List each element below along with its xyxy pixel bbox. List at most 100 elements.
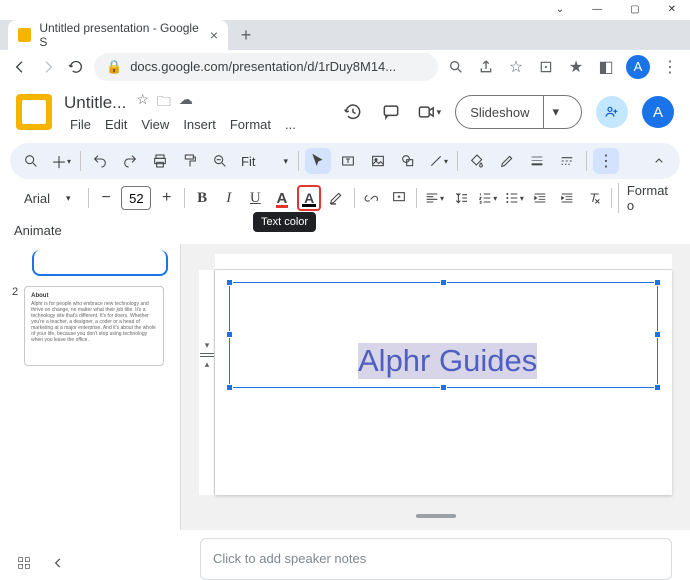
underline-button[interactable]: U: [244, 185, 267, 211]
undo-button[interactable]: [87, 148, 113, 174]
comments-icon[interactable]: [379, 100, 403, 124]
nav-reload-button[interactable]: [66, 57, 86, 77]
address-bar[interactable]: 🔒 docs.google.com/presentation/d/1rDuy8M…: [94, 53, 438, 81]
font-color-button[interactable]: A: [271, 185, 294, 211]
resize-handle[interactable]: [440, 279, 447, 286]
selected-textbox[interactable]: Alphr Guides: [229, 282, 658, 388]
format-options-button[interactable]: Format o: [618, 183, 672, 213]
animate-button[interactable]: Animate: [0, 217, 690, 244]
slideshow-caret-icon[interactable]: ▾: [543, 95, 567, 129]
numbered-list-button[interactable]: ▾: [476, 185, 499, 211]
profile-avatar[interactable]: A: [626, 55, 650, 79]
bold-button[interactable]: B: [191, 185, 214, 211]
menu-edit[interactable]: Edit: [99, 115, 133, 134]
bookmark-star-icon[interactable]: ☆: [506, 57, 526, 77]
border-dash-icon[interactable]: [554, 148, 580, 174]
collapse-toolbar-icon[interactable]: [646, 148, 672, 174]
line-tool-icon[interactable]: ▾: [425, 148, 451, 174]
fill-color-icon[interactable]: [464, 148, 490, 174]
browser-tab[interactable]: Untitled presentation - Google S ×: [8, 20, 228, 50]
resize-handle[interactable]: [654, 331, 661, 338]
zoom-select[interactable]: Fit▾: [237, 154, 292, 169]
win-maximize-icon[interactable]: ▢: [630, 4, 639, 20]
history-icon[interactable]: [341, 100, 365, 124]
align-button[interactable]: ▾: [423, 185, 446, 211]
image-tool-icon[interactable]: [365, 148, 391, 174]
slide-thumb-1[interactable]: [32, 250, 168, 276]
decrease-indent-button[interactable]: [529, 185, 552, 211]
slideshow-button[interactable]: Slideshow ▾: [455, 95, 582, 129]
text-color-button[interactable]: A: [297, 185, 321, 211]
zoom-icon[interactable]: [446, 57, 466, 77]
resize-handle[interactable]: [654, 279, 661, 286]
menu-format[interactable]: Format: [224, 115, 277, 134]
textbox-tool-icon[interactable]: [335, 148, 361, 174]
resize-handle[interactable]: [226, 279, 233, 286]
search-menu-icon[interactable]: [18, 148, 44, 174]
resize-handle[interactable]: [440, 384, 447, 391]
nav-forward-button[interactable]: [38, 57, 58, 77]
nav-back-button[interactable]: [10, 57, 30, 77]
sidepanel-icon[interactable]: ◧: [596, 57, 616, 77]
highlight-button[interactable]: [325, 185, 348, 211]
font-select[interactable]: Arial▾: [18, 191, 82, 206]
redo-button[interactable]: [117, 148, 143, 174]
resize-handle[interactable]: [654, 384, 661, 391]
vertical-ruler[interactable]: [199, 270, 215, 495]
menu-more[interactable]: ...: [279, 115, 302, 134]
menu-view[interactable]: View: [135, 115, 175, 134]
win-minimize-icon[interactable]: ―: [592, 4, 602, 20]
slides-logo-icon[interactable]: [16, 94, 52, 130]
ruler-indent-marker[interactable]: ▾▴: [196, 340, 218, 370]
browser-menu-icon[interactable]: ⋮: [660, 57, 680, 77]
horizontal-ruler[interactable]: [215, 254, 672, 270]
format-toolbar: Arial▾ − 52 + B I U A A ▾ ▾ ▾ Format o: [10, 179, 680, 217]
star-icon[interactable]: ☆: [136, 91, 149, 115]
select-tool-icon[interactable]: [305, 148, 331, 174]
slide-thumb-2[interactable]: About Alphr is for people who embrace ne…: [24, 286, 164, 366]
cloud-status-icon[interactable]: ☁: [179, 91, 193, 115]
meet-icon[interactable]: ▾: [417, 100, 441, 124]
insert-link-button[interactable]: [361, 185, 384, 211]
tab-close-icon[interactable]: ×: [210, 27, 218, 43]
paint-format-button[interactable]: [177, 148, 203, 174]
border-color-icon[interactable]: [494, 148, 520, 174]
more-tools-icon[interactable]: ⋮: [593, 148, 619, 174]
new-slide-button[interactable]: ＋▾: [48, 148, 74, 174]
font-size-increase[interactable]: +: [155, 185, 178, 211]
increase-indent-button[interactable]: [556, 185, 579, 211]
extensions-icon[interactable]: ★: [566, 57, 586, 77]
italic-button[interactable]: I: [217, 185, 240, 211]
insert-comment-button[interactable]: [387, 185, 410, 211]
primary-toolbar: ＋▾ Fit▾ ▾ ⋮: [10, 143, 680, 179]
textbox-content[interactable]: Alphr Guides: [358, 343, 537, 379]
shape-tool-icon[interactable]: [395, 148, 421, 174]
win-caret-icon[interactable]: ⌄: [556, 4, 564, 20]
new-tab-button[interactable]: +: [234, 23, 258, 47]
share-button[interactable]: [596, 96, 628, 128]
clear-formatting-button[interactable]: [582, 185, 605, 211]
account-avatar[interactable]: A: [642, 96, 674, 128]
font-size-input[interactable]: 52: [121, 186, 151, 210]
print-button[interactable]: [147, 148, 173, 174]
speaker-notes[interactable]: Click to add speaker notes: [200, 538, 672, 580]
grid-view-icon[interactable]: [14, 553, 34, 573]
bulleted-list-button[interactable]: ▾: [503, 185, 526, 211]
install-icon[interactable]: ⊡: [536, 57, 556, 77]
slide-number: 2: [12, 286, 18, 366]
win-close-icon[interactable]: ✕: [668, 4, 676, 20]
border-weight-icon[interactable]: [524, 148, 550, 174]
slide-canvas[interactable]: Alphr Guides: [215, 270, 672, 495]
move-icon[interactable]: 🗀: [157, 91, 171, 115]
resize-handle[interactable]: [226, 384, 233, 391]
line-spacing-button[interactable]: [449, 185, 472, 211]
font-size-decrease[interactable]: −: [95, 185, 118, 211]
doc-title[interactable]: Untitle...: [64, 93, 126, 113]
share-icon[interactable]: [476, 57, 496, 77]
prev-slide-icon[interactable]: [48, 553, 68, 573]
zoom-tool-icon[interactable]: [207, 148, 233, 174]
notes-resize-handle[interactable]: [416, 514, 456, 518]
resize-handle[interactable]: [226, 331, 233, 338]
menu-insert[interactable]: Insert: [177, 115, 222, 134]
menu-file[interactable]: File: [64, 115, 97, 134]
